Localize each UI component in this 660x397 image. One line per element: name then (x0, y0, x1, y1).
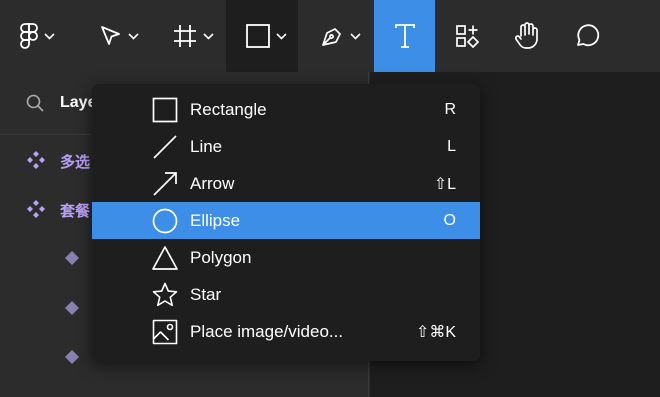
rectangle-icon (246, 24, 270, 48)
component-icon (27, 200, 45, 223)
component-icon (27, 151, 45, 174)
move-cursor-icon (100, 25, 122, 47)
rectangle-icon (152, 97, 178, 123)
menu-item-label: Line (190, 136, 223, 156)
menu-item-rectangle[interactable]: Rectangle R (92, 91, 480, 128)
hand-icon (514, 22, 540, 50)
pen-tool-button[interactable] (320, 0, 361, 72)
resources-button[interactable] (455, 0, 479, 72)
comment-icon (574, 23, 602, 49)
menu-item-line[interactable]: Line L (92, 128, 480, 165)
menu-item-place-image[interactable]: Place image/video... ⇧⌘K (92, 313, 480, 350)
chevron-down-icon (128, 32, 139, 40)
star-icon (152, 282, 178, 308)
ellipse-icon (152, 208, 178, 234)
chevron-down-icon (203, 32, 214, 40)
line-icon (152, 134, 178, 160)
menu-item-label: Polygon (190, 247, 252, 267)
polygon-icon (152, 245, 178, 271)
layer-name: 多选 (60, 154, 91, 171)
hand-tool-button[interactable] (514, 0, 540, 72)
menu-item-label: Star (190, 284, 222, 304)
arrow-icon (152, 171, 178, 197)
menu-item-shortcut: O (443, 211, 456, 229)
move-tool-button[interactable] (100, 0, 139, 72)
menu-item-shortcut: L (447, 137, 456, 155)
shape-tools-menu: Rectangle R Line L Arrow ⇧L Ellipse O Po… (92, 84, 480, 361)
menu-item-polygon[interactable]: Polygon (92, 239, 480, 276)
chevron-down-icon (276, 32, 287, 40)
pen-icon (320, 24, 344, 48)
menu-item-star[interactable]: Star (92, 276, 480, 313)
frame-tool-button[interactable] (173, 0, 214, 72)
menu-item-label: Place image/video... (190, 321, 344, 341)
text-tool-button[interactable] (374, 0, 435, 72)
menu-item-arrow[interactable]: Arrow ⇧L (92, 165, 480, 202)
figma-logo-icon (20, 23, 38, 49)
menu-item-shortcut: ⇧L (433, 175, 456, 193)
menu-item-shortcut: R (444, 100, 456, 118)
menu-item-label: Rectangle (190, 99, 267, 119)
instance-icon (65, 301, 79, 320)
layers-tab-label[interactable]: Laye (60, 94, 96, 112)
menu-item-label: Arrow (190, 173, 235, 193)
layer-name: 套餐 (60, 203, 91, 220)
shape-tool-button[interactable] (226, 0, 298, 72)
search-icon (26, 94, 44, 117)
toolbar (0, 0, 660, 72)
image-icon (152, 319, 178, 345)
instance-icon (65, 350, 79, 369)
instance-icon (65, 251, 79, 270)
text-icon (394, 24, 416, 48)
menu-item-shortcut: ⇧⌘K (415, 323, 456, 341)
chevron-down-icon (44, 32, 55, 40)
main-menu-button[interactable] (20, 0, 55, 72)
menu-item-label: Ellipse (190, 210, 241, 230)
resources-icon (455, 24, 479, 48)
menu-item-ellipse[interactable]: Ellipse O (92, 202, 480, 239)
comment-tool-button[interactable] (574, 0, 602, 72)
chevron-down-icon (350, 32, 361, 40)
frame-hash-icon (173, 24, 197, 48)
